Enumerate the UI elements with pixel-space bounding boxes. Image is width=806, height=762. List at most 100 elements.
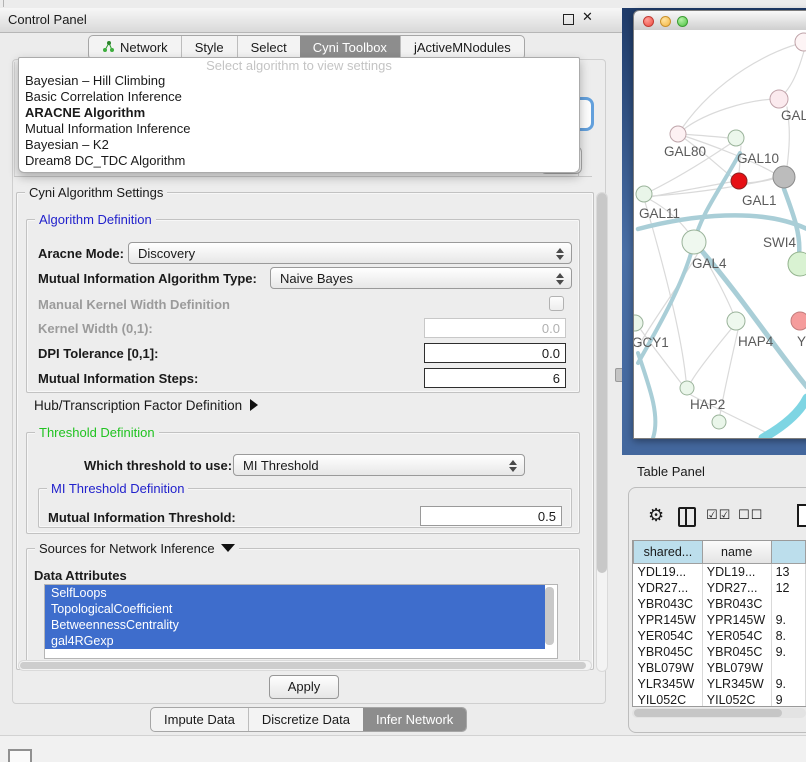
- zoom-window-icon[interactable]: [677, 16, 688, 27]
- network-node[interactable]: [731, 173, 747, 189]
- tab-impute-data[interactable]: Impute Data: [151, 708, 248, 731]
- table-cell: YBL079W: [634, 660, 703, 676]
- tab-network[interactable]: Network: [89, 36, 181, 59]
- network-node[interactable]: [791, 312, 806, 330]
- algorithm-option[interactable]: ARACNE Algorithm: [19, 105, 579, 121]
- network-node[interactable]: [728, 130, 744, 146]
- table-cell: YBR043C: [634, 596, 703, 612]
- network-edge[interactable]: [782, 51, 804, 96]
- dock-panel-icon[interactable]: [8, 749, 32, 762]
- tab-label: Cyni Toolbox: [313, 40, 387, 55]
- algorithm-option[interactable]: Dream8 DC_TDC Algorithm: [19, 153, 579, 169]
- column-header[interactable]: [771, 541, 805, 564]
- network-node[interactable]: [773, 166, 795, 188]
- network-node[interactable]: [795, 33, 806, 51]
- table-cell: YBR045C: [702, 644, 771, 660]
- mi-steps-field[interactable]: 6: [424, 368, 566, 388]
- algorithm-option[interactable]: Mutual Information Inference: [19, 121, 579, 137]
- tab-cyni-toolbox[interactable]: Cyni Toolbox: [300, 36, 400, 59]
- which-threshold-select[interactable]: MI Threshold: [233, 454, 525, 476]
- network-node[interactable]: [670, 126, 686, 142]
- table-panel-title: Table Panel: [637, 464, 705, 479]
- network-node[interactable]: [770, 90, 788, 108]
- attribute-item[interactable]: BetweennessCentrality: [45, 617, 545, 633]
- dpi-tolerance-field[interactable]: 0.0: [424, 343, 566, 363]
- deselect-all-checkboxes-icon[interactable]: ☐☐: [738, 508, 763, 523]
- algorithm-option[interactable]: Bayesian – K2: [19, 137, 579, 153]
- tab-jactivemnodules[interactable]: jActiveMNodules: [400, 36, 524, 59]
- table-cell: YDL19...: [702, 564, 771, 581]
- algorithm-option[interactable]: Bayesian – Hill Climbing: [19, 73, 579, 89]
- mi-threshold-field[interactable]: 0.5: [420, 506, 562, 526]
- attribute-item[interactable]: SelfLoops: [45, 585, 545, 601]
- table-hscrollbar-thumb[interactable]: [634, 709, 782, 717]
- table-row[interactable]: YBL079WYBL079W: [634, 660, 806, 676]
- tab-style[interactable]: Style: [181, 36, 237, 59]
- network-edge[interactable]: [638, 253, 698, 347]
- data-attributes-list[interactable]: SelfLoopsTopologicalCoefficientBetweenne…: [44, 584, 558, 659]
- float-window-icon[interactable]: [563, 14, 574, 25]
- hidden-group-border: [14, 62, 15, 176]
- kernel-width-field[interactable]: 0.0: [424, 318, 566, 338]
- table-row[interactable]: YBR045CYBR045C9.: [634, 644, 806, 660]
- network-node-label: GAL11: [639, 206, 680, 221]
- gear-icon[interactable]: ⚙: [648, 505, 664, 527]
- tab-select[interactable]: Select: [237, 36, 300, 59]
- aracne-mode-select[interactable]: Discovery: [128, 242, 572, 264]
- close-window-icon[interactable]: [643, 16, 654, 27]
- settings-hscrollbar-thumb[interactable]: [20, 662, 586, 669]
- network-node[interactable]: [636, 186, 652, 202]
- network-edge[interactable]: [691, 328, 732, 382]
- network-edge[interactable]: [763, 398, 806, 438]
- network-node[interactable]: [727, 312, 745, 330]
- algorithm-dropdown: Select algorithm to view settings Bayesi…: [18, 57, 580, 173]
- attribute-item[interactable]: TopologicalCoefficient: [45, 601, 545, 617]
- table-cell: YPR145W: [702, 612, 771, 628]
- expanded-arrow-icon[interactable]: [221, 544, 235, 552]
- table-row[interactable]: YDL19...YDL19...13: [634, 564, 806, 581]
- network-edge[interactable]: [678, 99, 779, 134]
- tab-infer-network[interactable]: Infer Network: [363, 708, 466, 731]
- selected-value: MI Threshold: [243, 458, 319, 473]
- table-row[interactable]: YPR145WYPR145W9.: [634, 612, 806, 628]
- attribute-item[interactable]: gal4RGexp: [45, 633, 545, 649]
- network-node[interactable]: [712, 415, 726, 429]
- table-cell: 9.: [771, 612, 805, 628]
- column-selector-icon[interactable]: [678, 507, 696, 527]
- table-row[interactable]: YLR345WYLR345W9.: [634, 676, 806, 692]
- list-scrollbar-thumb[interactable]: [545, 587, 554, 645]
- column-header[interactable]: shared...: [634, 541, 703, 564]
- select-all-checkboxes-icon[interactable]: ☑☑: [706, 508, 731, 523]
- network-edge[interactable]: [638, 353, 655, 438]
- close-icon[interactable]: ✕: [582, 10, 593, 25]
- network-edge[interactable]: [645, 202, 686, 380]
- table-body: YDL19...YDL19...13YDR27...YDR27...12YBR0…: [634, 564, 806, 708]
- table-row[interactable]: YBR043CYBR043C: [634, 596, 806, 612]
- manual-kernel-checkbox[interactable]: [549, 296, 564, 311]
- new-table-icon[interactable]: [797, 504, 806, 527]
- mi-type-select[interactable]: Naive Bayes: [270, 267, 572, 289]
- network-node[interactable]: [788, 252, 806, 276]
- settings-vscrollbar-thumb[interactable]: [597, 193, 607, 573]
- selected-value: Naive Bayes: [280, 271, 353, 286]
- table-cell: 12: [771, 580, 805, 596]
- hub-definition-expander[interactable]: Hub/Transcription Factor Definition: [34, 398, 258, 413]
- minimize-window-icon[interactable]: [660, 16, 671, 27]
- table-row[interactable]: YIL052CYIL052C9: [634, 692, 806, 707]
- network-node[interactable]: [634, 315, 643, 331]
- spinner-arrows-icon: [509, 459, 517, 473]
- mi-type-label: Mutual Information Algorithm Type:: [38, 271, 257, 286]
- network-window-titlebar[interactable]: [634, 11, 806, 31]
- network-node[interactable]: [680, 381, 694, 395]
- network-node[interactable]: [682, 230, 706, 254]
- column-header[interactable]: name: [702, 541, 771, 564]
- algorithm-option[interactable]: Basic Correlation Inference: [19, 89, 579, 105]
- apply-button[interactable]: Apply: [269, 675, 339, 699]
- table-row[interactable]: YER054CYER054C8.: [634, 628, 806, 644]
- table-row[interactable]: YDR27...YDR27...12: [634, 580, 806, 596]
- algorithm-dropdown-list: Bayesian – Hill ClimbingBasic Correlatio…: [19, 73, 579, 169]
- panel-title: Control Panel: [8, 12, 87, 27]
- network-view[interactable]: GAL7GAL80GAL10GAL1GAL11SWI4GAL4GCY1HAP4Y…: [634, 30, 806, 438]
- tab-discretize-data[interactable]: Discretize Data: [248, 708, 363, 731]
- table-cell: YPR145W: [634, 612, 703, 628]
